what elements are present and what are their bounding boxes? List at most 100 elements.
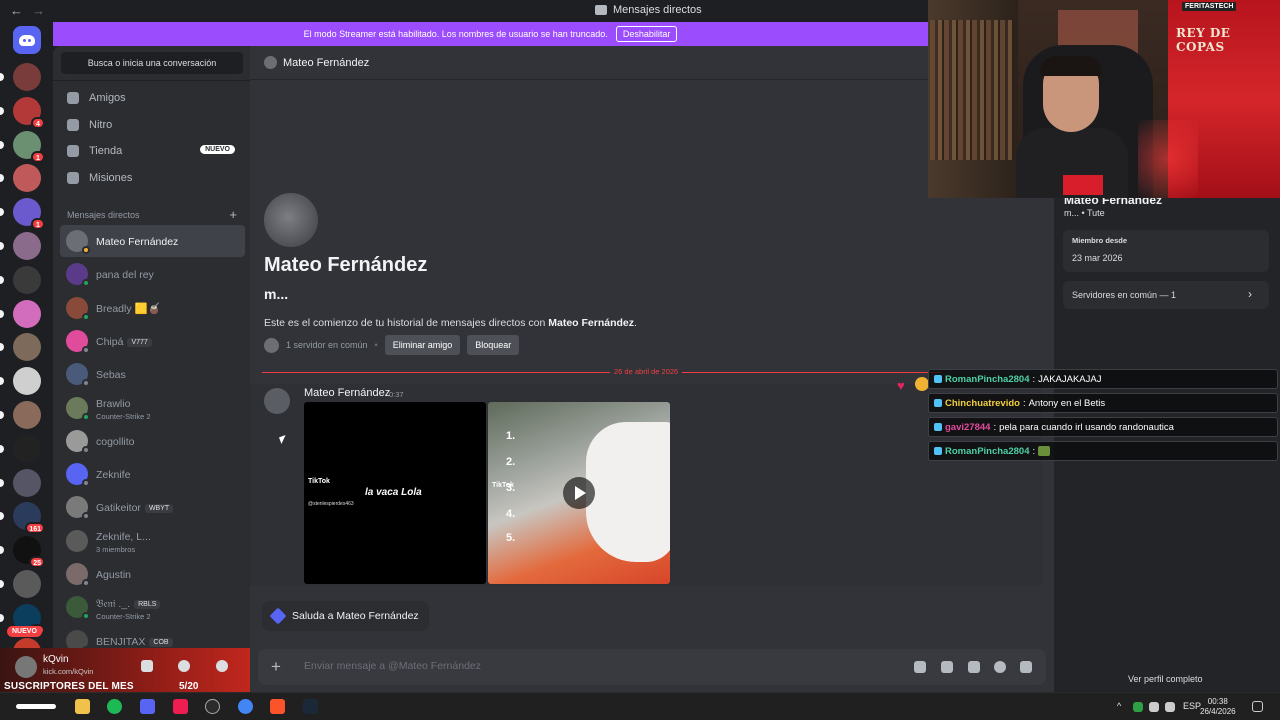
dm-name: Breadly 🟨🧉 bbox=[96, 302, 161, 315]
spotify-icon[interactable] bbox=[107, 699, 122, 714]
wave-button[interactable]: Saluda a Mateo Fernández bbox=[262, 601, 429, 631]
headphones-icon[interactable] bbox=[178, 660, 190, 672]
dm-item[interactable]: Zeknife, L... 3 miembros bbox=[60, 525, 245, 557]
dm-item[interactable]: Agustin bbox=[60, 558, 245, 590]
forward-arrow-icon[interactable]: → bbox=[32, 3, 45, 18]
chrome-icon[interactable] bbox=[238, 699, 253, 714]
message-avatar[interactable] bbox=[264, 388, 290, 414]
flag-text: REY DE COPAS bbox=[1176, 26, 1231, 54]
server-icon[interactable] bbox=[13, 265, 41, 294]
discord-logo-icon bbox=[19, 34, 35, 46]
dm-text: Breadly 🟨🧉 bbox=[96, 299, 161, 317]
server-icon[interactable] bbox=[13, 299, 41, 328]
status-indicator bbox=[82, 612, 90, 621]
search-conversation-button[interactable]: Busca o inicia una conversación bbox=[61, 52, 243, 74]
header-avatar bbox=[264, 56, 277, 69]
banner-text: El modo Streamer está habilitado. Los no… bbox=[303, 29, 608, 39]
dm-name: Zeknife, L... bbox=[96, 531, 151, 544]
server-icon[interactable]: 4 bbox=[13, 96, 45, 129]
dm-header-label: Mensajes directos bbox=[67, 210, 140, 220]
server-icon[interactable] bbox=[13, 401, 41, 429]
server-icon[interactable] bbox=[13, 367, 41, 396]
dm-item[interactable]: cogollito bbox=[60, 425, 245, 457]
server-icon[interactable] bbox=[13, 468, 41, 497]
dm-item[interactable]: 𝔅𝔢𝔫𝔦 ._. RBLS Counter-Strike 2 bbox=[60, 591, 245, 623]
taskbar-start-icon[interactable] bbox=[16, 704, 56, 709]
nav-quests[interactable]: Misiones bbox=[60, 165, 245, 191]
network-icon[interactable] bbox=[1149, 702, 1159, 712]
microphone-icon[interactable] bbox=[141, 660, 153, 672]
chat-separator: : bbox=[1032, 373, 1036, 385]
block-button[interactable]: Bloquear bbox=[467, 335, 520, 355]
dm-avatar bbox=[66, 563, 90, 587]
steam-icon[interactable] bbox=[303, 699, 318, 714]
language-indicator[interactable]: ESP bbox=[1183, 701, 1201, 711]
remove-friend-button[interactable]: Eliminar amigo bbox=[384, 335, 461, 355]
system-clock[interactable]: 00:38 26/4/2026 bbox=[1200, 697, 1236, 717]
gift-icon[interactable] bbox=[914, 661, 926, 673]
dm-item[interactable]: Mateo Fernández bbox=[60, 225, 245, 257]
dm-item[interactable]: Zeknife bbox=[60, 458, 245, 490]
create-dm-plus-icon[interactable]: + bbox=[229, 208, 237, 221]
dm-item[interactable]: Chipá V777 bbox=[60, 325, 245, 357]
dm-item[interactable]: Breadly 🟨🧉 bbox=[60, 292, 245, 324]
server-icon[interactable] bbox=[13, 434, 41, 463]
user-avatar[interactable] bbox=[15, 656, 37, 678]
disable-streamer-button[interactable]: Deshabilitar bbox=[615, 26, 678, 42]
dm-item[interactable]: Gatikeitor WBYT bbox=[60, 491, 245, 523]
dm-avatar bbox=[66, 363, 90, 388]
obs-icon[interactable] bbox=[205, 699, 220, 714]
nav-friends[interactable]: Amigos bbox=[60, 85, 245, 111]
dm-avatar bbox=[66, 496, 90, 521]
nav-nitro[interactable]: Nitro bbox=[60, 112, 245, 138]
chevron-right-icon: › bbox=[1248, 287, 1252, 301]
server-icon[interactable] bbox=[13, 232, 41, 260]
server-icon[interactable] bbox=[13, 63, 41, 91]
tiktok-taskbar-icon[interactable] bbox=[173, 699, 188, 714]
attach-plus-icon[interactable]: + bbox=[271, 658, 281, 675]
nav-shop[interactable]: Tienda NUEVO bbox=[60, 138, 245, 164]
discord-taskbar-icon[interactable] bbox=[140, 699, 155, 714]
server-icon[interactable]: 25 bbox=[13, 536, 45, 569]
dm-avatar bbox=[66, 329, 90, 354]
brave-icon[interactable] bbox=[270, 699, 285, 714]
view-full-profile-link[interactable]: Ver perfil completo bbox=[1128, 674, 1203, 684]
emoji-icon[interactable] bbox=[994, 661, 1006, 673]
microphone-prop bbox=[1063, 175, 1103, 195]
message-author[interactable]: Mateo Fernández bbox=[304, 387, 390, 399]
profile-sub: m... • Tute bbox=[1064, 208, 1105, 218]
play-icon[interactable] bbox=[563, 477, 595, 509]
dm-text: Sebas bbox=[96, 365, 126, 383]
server-icon[interactable]: 1 bbox=[13, 198, 45, 231]
conversation-intro: Este es el comienzo de tu historial de m… bbox=[264, 317, 637, 329]
sticker-icon[interactable] bbox=[968, 661, 980, 673]
video-attachment-1[interactable]: TikTok @stenlespierdes463 la vaca Lola bbox=[304, 402, 486, 584]
header-name[interactable]: Mateo Fernández bbox=[283, 57, 369, 69]
profile-avatar-large[interactable] bbox=[264, 193, 318, 247]
back-arrow-icon[interactable]: ← bbox=[10, 3, 23, 18]
settings-gear-icon[interactable] bbox=[216, 660, 228, 672]
dm-item[interactable]: Brawlio Counter-Strike 2 bbox=[60, 392, 245, 424]
notifications-icon[interactable] bbox=[1252, 701, 1263, 712]
volume-icon[interactable] bbox=[1165, 702, 1175, 712]
file-explorer-icon[interactable] bbox=[75, 699, 90, 714]
dm-avatar bbox=[66, 529, 88, 552]
dm-item[interactable]: pana del rey bbox=[60, 258, 245, 290]
apps-icon[interactable] bbox=[1020, 661, 1032, 673]
tray-chevron-icon[interactable]: ^ bbox=[1117, 701, 1121, 711]
video-caption: la vaca Lola bbox=[365, 487, 422, 498]
tray-app-icon[interactable] bbox=[1133, 702, 1143, 712]
server-icon[interactable]: 161 bbox=[13, 502, 45, 535]
server-icon[interactable]: 1 bbox=[13, 130, 45, 163]
message-composer[interactable]: + Enviar mensaje a @Mateo Fernández bbox=[258, 649, 1046, 685]
server-icon[interactable] bbox=[13, 570, 41, 598]
gif-icon[interactable] bbox=[941, 661, 953, 673]
inbox-icon bbox=[595, 5, 607, 15]
dm-item[interactable]: Sebas bbox=[60, 358, 245, 390]
home-button[interactable] bbox=[13, 26, 41, 54]
dm-text: Mateo Fernández bbox=[96, 232, 178, 250]
wave-label: Saluda a Mateo Fernández bbox=[292, 610, 419, 622]
dm-avatar bbox=[66, 230, 90, 254]
mutual-servers-text[interactable]: 1 servidor en común bbox=[286, 340, 368, 350]
chat-username: RomanPincha2804 bbox=[945, 445, 1030, 457]
